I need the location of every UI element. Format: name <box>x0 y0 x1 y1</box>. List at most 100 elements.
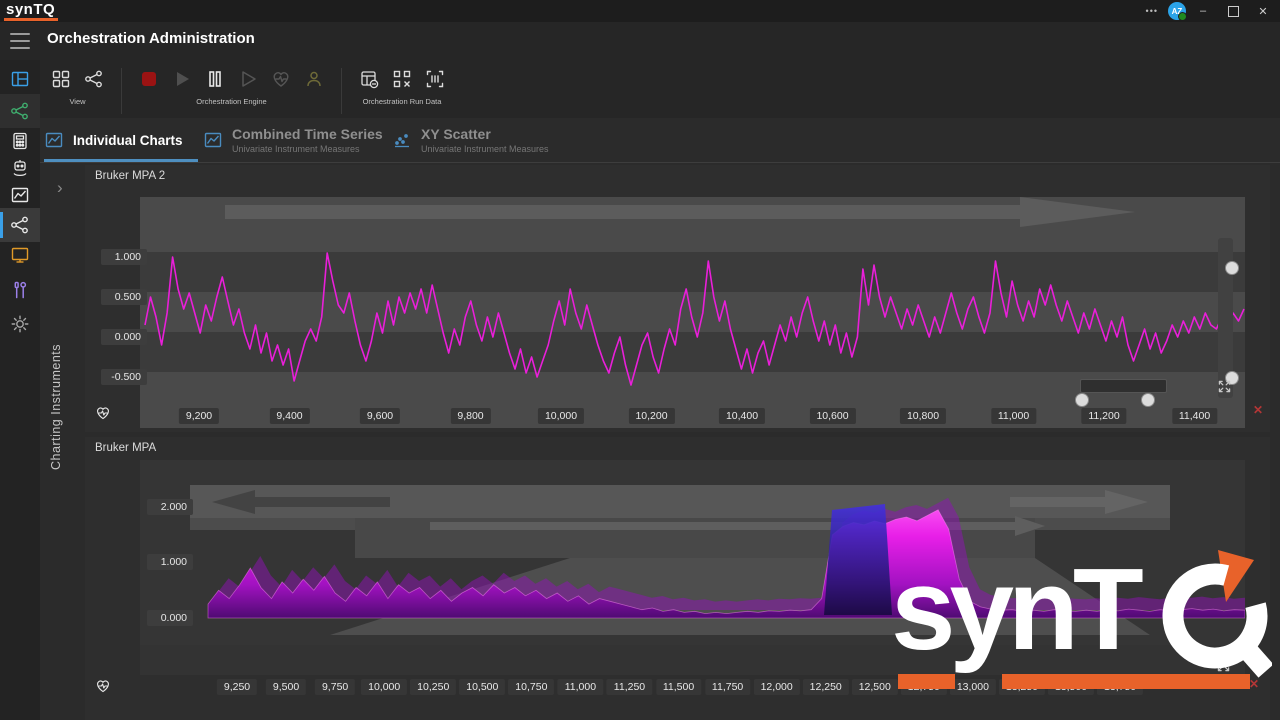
sidebar-item-calculator[interactable] <box>0 126 40 156</box>
x-tick-label: 13,500 <box>1048 679 1094 695</box>
sidebar-item-network[interactable] <box>0 94 40 128</box>
fullscreen-expand-icon[interactable] <box>1216 378 1233 395</box>
share-view-icon[interactable] <box>81 66 107 92</box>
surface-chart-scene[interactable] <box>140 460 1245 675</box>
grid-view-icon[interactable] <box>48 66 74 92</box>
app-logo-accent <box>4 18 58 21</box>
y-tick-label: 0.000 <box>101 329 147 345</box>
y-tick-label: -0.500 <box>101 369 147 385</box>
toolbar-icon-row <box>48 66 107 92</box>
charts-icon <box>10 185 30 205</box>
chart-panel-bruker-mpa: Bruker MPA <box>85 437 1270 720</box>
x-tick-label: 9,500 <box>266 679 306 695</box>
more-options-icon[interactable]: ••• <box>1140 6 1164 16</box>
x-tick-label: 9,200 <box>179 408 219 424</box>
heart-pulse-icon[interactable] <box>268 66 294 92</box>
tab-subtitle: Univariate Instrument Measures <box>421 144 549 154</box>
maximize-icon <box>1228 6 1239 17</box>
x-tick-label: 10,000 <box>538 408 584 424</box>
sidebar-item-charting-network[interactable] <box>0 208 40 242</box>
remove-chart-button[interactable]: ✕ <box>1249 677 1259 691</box>
calculator-icon <box>10 131 30 151</box>
pause-icon[interactable] <box>202 66 228 92</box>
chart-title: Bruker MPA <box>95 442 156 454</box>
vslider-top-handle[interactable] <box>1225 261 1239 275</box>
tab-text: XY Scatter Univariate Instrument Measures <box>421 126 549 154</box>
hamburger-menu-icon[interactable] <box>10 33 30 49</box>
export-data-icon[interactable] <box>356 66 382 92</box>
hzoom-right-handle[interactable] <box>1141 393 1155 407</box>
x-tick-label: 13,250 <box>999 679 1045 695</box>
horizontal-zoom-bar[interactable] <box>1080 379 1167 393</box>
remove-chart-button[interactable]: ✕ <box>1253 403 1263 417</box>
instrument-health-icon[interactable] <box>95 405 111 426</box>
sidebar-item-monitor[interactable] <box>0 240 40 270</box>
chart-title: Bruker MPA 2 <box>95 170 165 182</box>
area-chart-icon <box>44 130 64 150</box>
monitor-icon <box>10 245 30 265</box>
toolbar-icon-row <box>356 66 448 92</box>
x-tick-label: 13,000 <box>950 679 996 695</box>
main-content: Individual ChartsCombined Time SeriesUni… <box>40 118 1280 720</box>
x-tick-label: 9,400 <box>269 408 309 424</box>
x-tick-label: 12,500 <box>852 679 898 695</box>
sidebar-item-settings[interactable] <box>0 309 40 339</box>
maximize-button[interactable] <box>1220 0 1246 22</box>
hzoom-left-handle[interactable] <box>1075 393 1089 407</box>
toolbar-group-label: Orchestration Run Data <box>363 97 442 106</box>
person-icon[interactable] <box>301 66 327 92</box>
y-tick-label: 1.000 <box>101 249 147 265</box>
toolbar-separator <box>121 68 122 114</box>
x-tick-label: 11,400 <box>1172 408 1217 424</box>
grid-remove-icon[interactable] <box>389 66 415 92</box>
instrument-health-icon[interactable] <box>95 678 111 699</box>
toolbar: View Orchestration Engine Orchestration Ru… <box>48 66 448 114</box>
charting-instruments-rail: › Charting Instruments <box>40 165 85 720</box>
x-tick-label: 12,000 <box>754 679 800 695</box>
tab-text: Combined Time SeriesUnivariate Instrumen… <box>232 126 383 154</box>
sidebar-item-charts[interactable] <box>0 180 40 210</box>
stop-icon[interactable] <box>136 66 162 92</box>
fullscreen-expand-icon[interactable] <box>1215 657 1232 674</box>
toolbar-group-label: View <box>69 97 85 106</box>
x-tick-label: 11,000 <box>558 679 603 695</box>
titlebar-controls: ••• AZ – ✕ <box>1140 0 1276 22</box>
area-chart-icon <box>203 130 223 150</box>
active-tab-underline <box>44 159 198 162</box>
play-outline-icon[interactable] <box>235 66 261 92</box>
x-tick-label: 9,600 <box>360 408 400 424</box>
surface-blue-face <box>824 504 892 615</box>
titlebar: synTQ ••• AZ – ✕ <box>0 0 1280 22</box>
x-tick-label: 11,200 <box>1081 408 1126 424</box>
sidebar-item-dashboard[interactable] <box>0 64 40 94</box>
tab-individual-charts[interactable]: Individual Charts <box>44 118 198 162</box>
scatter-icon <box>392 130 412 150</box>
close-button[interactable]: ✕ <box>1250 0 1276 22</box>
instrument-icon <box>10 158 30 178</box>
sidebar <box>0 60 40 720</box>
tab-label: XY Scatter <box>421 126 549 142</box>
tab-xy-scatter[interactable]: XY Scatter Univariate Instrument Measures <box>392 118 562 162</box>
minimize-button[interactable]: – <box>1190 0 1216 22</box>
dashboard-icon <box>10 69 30 89</box>
barcode-icon[interactable] <box>422 66 448 92</box>
chart-panel-bruker-mpa-2: Bruker MPA 2 1.0000.5000.000-0.500 9,200… <box>85 165 1270 432</box>
topbar: Orchestration Administration ViewOrchest… <box>0 22 1280 118</box>
expand-rail-chevron-icon[interactable]: › <box>57 178 63 198</box>
network-icon <box>10 101 30 121</box>
toolbar-group-label: Orchestration Engine <box>196 97 266 106</box>
x-tick-label: 12,750 <box>901 679 947 695</box>
tab-label: Combined Time Series <box>232 126 383 142</box>
sidebar-item-tools[interactable] <box>0 275 40 305</box>
x-tick-label: 11,750 <box>705 679 750 695</box>
x-tick-label: 10,800 <box>900 408 946 424</box>
x-tick-label: 9,250 <box>217 679 257 695</box>
tools-icon <box>10 280 30 300</box>
tab-label: Individual Charts <box>73 133 183 148</box>
x-tick-label: 13,750 <box>1097 679 1143 695</box>
play-icon[interactable] <box>169 66 195 92</box>
tab-combined-time-series[interactable]: Combined Time SeriesUnivariate Instrumen… <box>203 118 393 162</box>
user-avatar[interactable]: AZ <box>1168 2 1186 20</box>
x-tick-label: 10,000 <box>361 679 407 695</box>
sidebar-item-instrument[interactable] <box>0 153 40 183</box>
